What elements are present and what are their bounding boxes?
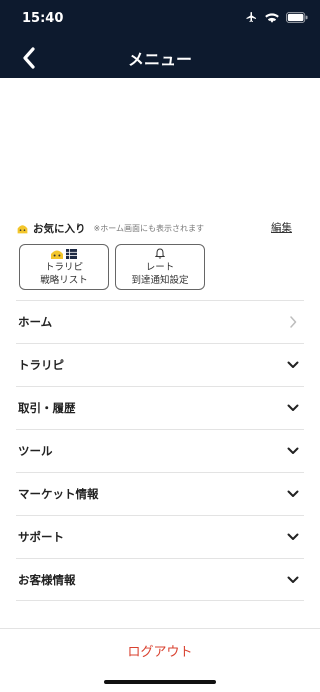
- chevron-right-icon: [286, 315, 300, 329]
- favorite-card-icon-row: [50, 247, 78, 260]
- banner-area: [0, 78, 320, 208]
- divider: [0, 628, 320, 629]
- menu-item-market-info[interactable]: マーケット情報: [16, 472, 304, 515]
- chevron-down-icon: [286, 358, 300, 372]
- chevron-down-icon: [286, 487, 300, 501]
- favorite-card-line2: 戦略リスト: [40, 275, 88, 286]
- menu-item-home[interactable]: ホーム: [16, 300, 304, 343]
- menu-item-label: ツール: [18, 444, 53, 458]
- favorites-icon: [17, 224, 28, 233]
- menu-item-tools[interactable]: ツール: [16, 429, 304, 472]
- status-icons: [245, 11, 308, 23]
- favorites-header: お気に入り ※ホーム画面にも表示されます 編集: [16, 219, 304, 237]
- status-bar: 15:40: [0, 0, 320, 36]
- status-time: 15:40: [22, 11, 64, 26]
- favorites-title: お気に入り: [33, 222, 86, 235]
- menu-item-traripi[interactable]: トラリピ: [16, 343, 304, 386]
- menu-item-label: 取引・履歴: [18, 401, 76, 415]
- favorite-card-line1: レート: [145, 262, 175, 273]
- page-title: メニュー: [127, 50, 192, 69]
- favorites-note: ※ホーム画面にも表示されます: [93, 223, 204, 233]
- menu-item-label: トラリピ: [18, 358, 64, 372]
- menu-item-customer-info[interactable]: お客様情報: [16, 558, 304, 601]
- menu-item-label: お客様情報: [18, 572, 76, 587]
- chevron-down-icon: [286, 573, 300, 587]
- home-indicator: [104, 680, 216, 684]
- menu-list: ホーム トラリピ 取引・履歴 ツール マーケット情報 サポート お客様情報: [16, 300, 304, 601]
- favorite-card-icon-row: [155, 247, 165, 260]
- favorite-card-line2: 到達通知設定: [131, 275, 189, 286]
- bell-icon: [155, 248, 165, 259]
- chevron-down-icon: [286, 444, 300, 458]
- wifi-icon: [265, 12, 279, 23]
- chevron-down-icon: [286, 401, 300, 415]
- favorites-cards: トラリピ 戦略リスト レート 到達通知設定: [19, 244, 205, 290]
- logout-button[interactable]: ログアウト: [0, 641, 320, 660]
- app-header: 15:40 メニュー: [0, 0, 320, 78]
- battery-icon: [286, 11, 308, 23]
- menu-item-label: サポート: [18, 530, 64, 544]
- favorite-card-rate-alert[interactable]: レート 到達通知設定: [115, 244, 205, 290]
- strategy-icon: [51, 248, 77, 259]
- menu-item-trade-history[interactable]: 取引・履歴: [16, 386, 304, 429]
- menu-item-label: マーケット情報: [18, 487, 99, 501]
- menu-item-support[interactable]: サポート: [16, 515, 304, 558]
- airplane-icon: [245, 11, 258, 23]
- favorite-card-strategy-list[interactable]: トラリピ 戦略リスト: [19, 244, 109, 290]
- menu-item-label: ホーム: [18, 315, 53, 329]
- favorite-card-line1: トラリピ: [44, 262, 83, 273]
- edit-favorites-link[interactable]: 編集: [271, 220, 292, 235]
- chevron-down-icon: [286, 530, 300, 544]
